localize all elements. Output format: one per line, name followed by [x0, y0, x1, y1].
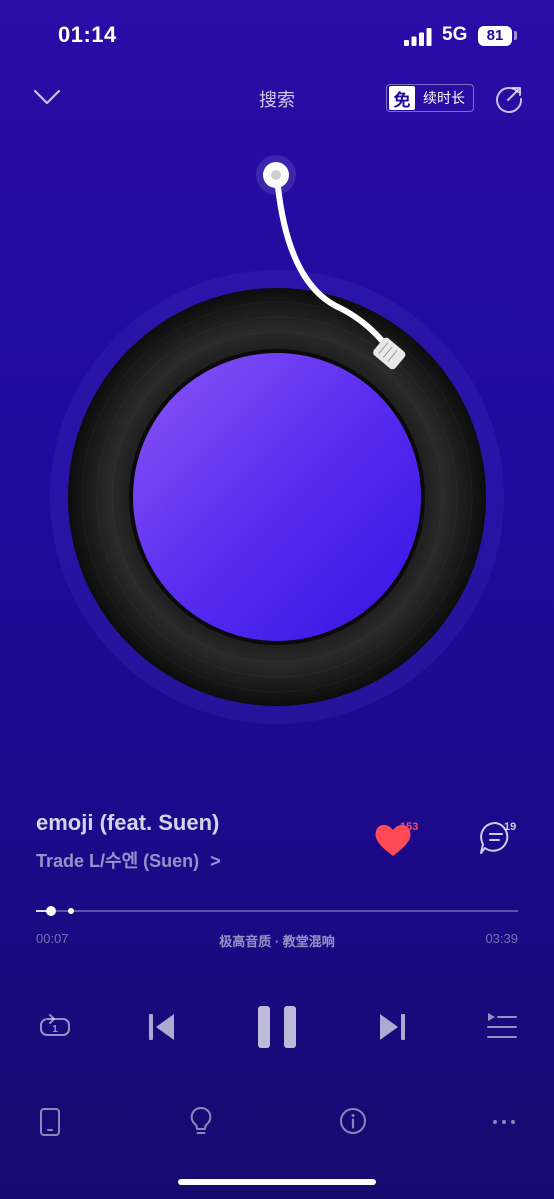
chevron-down-icon[interactable] — [32, 84, 62, 110]
network-label: 5G — [442, 24, 468, 45]
free-badge-label: 续时长 — [423, 90, 465, 106]
signal-icon — [404, 28, 432, 46]
lightbulb-icon[interactable] — [188, 1105, 214, 1139]
search-tab[interactable]: 搜索 — [259, 90, 295, 110]
free-badge-icon: 免 — [389, 86, 415, 110]
home-indicator — [178, 1179, 376, 1185]
tonearm — [256, 155, 406, 370]
battery-cap — [514, 31, 517, 40]
share-icon[interactable] — [494, 84, 524, 114]
repeat-one-icon[interactable]: 1 — [38, 1010, 72, 1044]
playlist-icon[interactable] — [484, 1010, 518, 1042]
sound-quality-label[interactable]: 极高音质 · 教堂混响 — [219, 934, 335, 949]
info-icon[interactable] — [338, 1106, 368, 1136]
battery-indicator: 81 — [478, 26, 512, 46]
device-icon[interactable] — [37, 1106, 63, 1138]
next-icon[interactable] — [377, 1011, 407, 1043]
chevron-right-icon: > — [210, 851, 221, 871]
buffer-marker — [68, 908, 74, 914]
comment-count: 19 — [504, 821, 517, 833]
artist-name: Trade L/수엔 (Suen) — [36, 851, 200, 871]
status-time: 01:14 — [58, 22, 117, 47]
free-listen-badge[interactable]: 免 续时长 — [386, 84, 474, 112]
progress-track[interactable] — [36, 910, 518, 912]
like-count: 153 — [400, 821, 419, 833]
current-time: 00:07 — [36, 931, 69, 946]
album-cover — [133, 353, 421, 641]
previous-icon[interactable] — [147, 1011, 177, 1043]
artist-link[interactable]: Trade L/수엔 (Suen) > — [36, 847, 221, 873]
song-title: emoji (feat. Suen) — [36, 810, 220, 835]
quality-wrap: 极高音质 · 教堂混响 — [0, 931, 554, 950]
more-icon[interactable] — [490, 1112, 518, 1132]
svg-text:1: 1 — [52, 1024, 58, 1035]
progress-thumb[interactable] — [46, 906, 57, 916]
total-time: 03:39 — [485, 931, 518, 946]
pause-icon[interactable] — [256, 1004, 298, 1050]
